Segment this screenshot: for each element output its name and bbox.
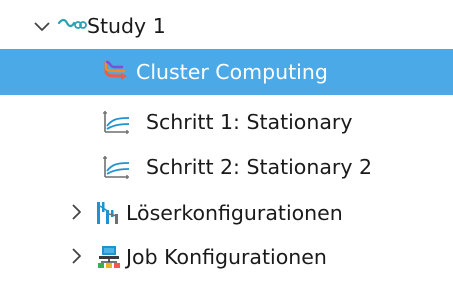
cluster-computing-icon <box>104 60 127 80</box>
stationary-step-icon <box>103 156 130 179</box>
tree-node-solver-configurations[interactable]: Löserkonfigurationen <box>0 189 453 235</box>
tree-node-study-1[interactable]: Study 1 <box>0 3 453 49</box>
tree-node-label: Job Konfigurationen <box>126 245 327 269</box>
stationary-step-icon <box>103 111 130 134</box>
chevron-right-icon[interactable] <box>66 202 86 222</box>
tree-node-label: Schritt 1: Stationary <box>146 110 353 134</box>
tree-node-label: Löserkonfigurationen <box>126 201 343 225</box>
tree-node-label: Cluster Computing <box>136 60 328 84</box>
job-configurations-icon <box>98 246 120 268</box>
tree-node-cluster-computing[interactable]: Cluster Computing <box>0 49 453 95</box>
tree-node-label: Study 1 <box>87 14 166 38</box>
solver-configurations-icon <box>97 202 118 224</box>
chevron-down-icon[interactable] <box>32 16 52 36</box>
tree-node-label: Schritt 2: Stationary 2 <box>146 155 373 179</box>
tree-node-job-configurations[interactable]: Job Konfigurationen <box>0 233 453 279</box>
study-icon <box>57 18 87 29</box>
model-tree: Study 1 Cluster Computing Schritt 1: Sta… <box>0 0 453 282</box>
tree-node-step-1[interactable]: Schritt 1: Stationary <box>0 98 453 144</box>
chevron-right-icon[interactable] <box>66 246 86 266</box>
tree-node-step-2[interactable]: Schritt 2: Stationary 2 <box>0 143 453 189</box>
